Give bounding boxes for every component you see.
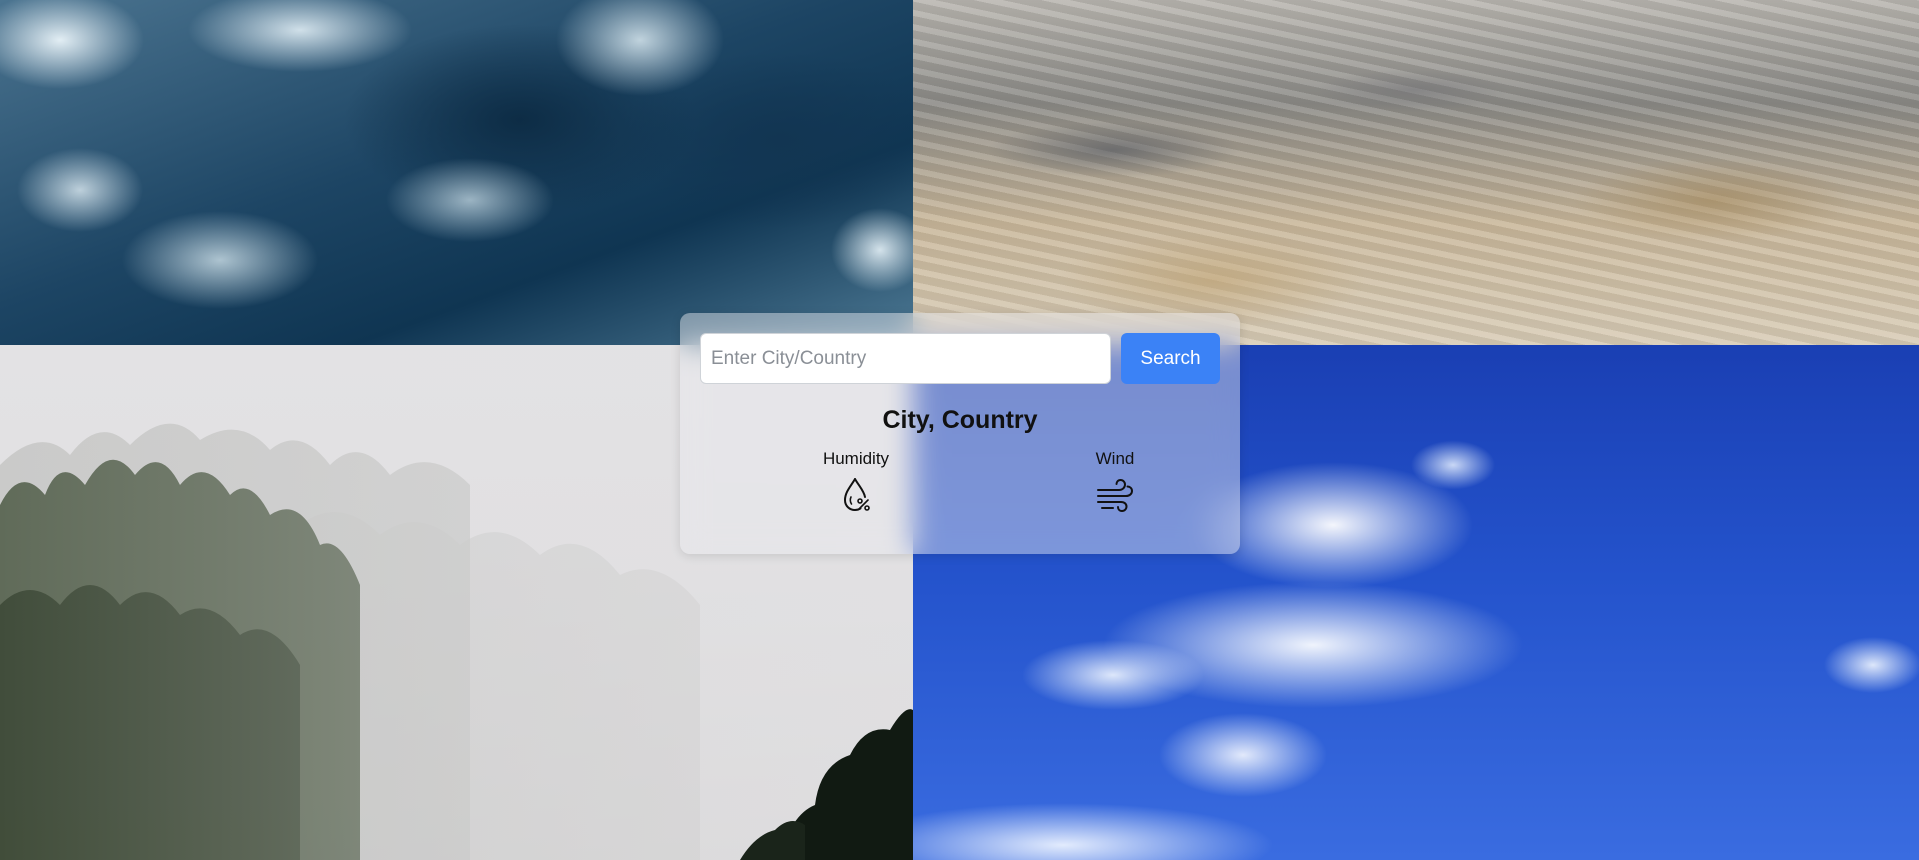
- background-rain-puddle-image: [913, 0, 1919, 345]
- search-button[interactable]: Search: [1121, 333, 1220, 384]
- search-bar: Search: [700, 333, 1220, 384]
- humidity-label: Humidity: [822, 449, 890, 468]
- weather-card: Search City, Country Humidity Wind: [680, 313, 1240, 554]
- humidity-drop-percent-icon: [843, 478, 870, 512]
- location-title: City, Country: [882, 406, 1038, 434]
- city-search-input[interactable]: [700, 333, 1111, 384]
- wind-icon: [1097, 478, 1134, 513]
- humidity-metric: Humidity: [796, 449, 916, 515]
- wind-metric: Wind: [1055, 449, 1175, 515]
- weather-metrics: Humidity Wind: [700, 449, 1220, 529]
- background-dark-clouds-image: [0, 0, 913, 345]
- weather-app-page: Search City, Country Humidity Wind: [0, 0, 1919, 860]
- wind-label: Wind: [1095, 449, 1135, 468]
